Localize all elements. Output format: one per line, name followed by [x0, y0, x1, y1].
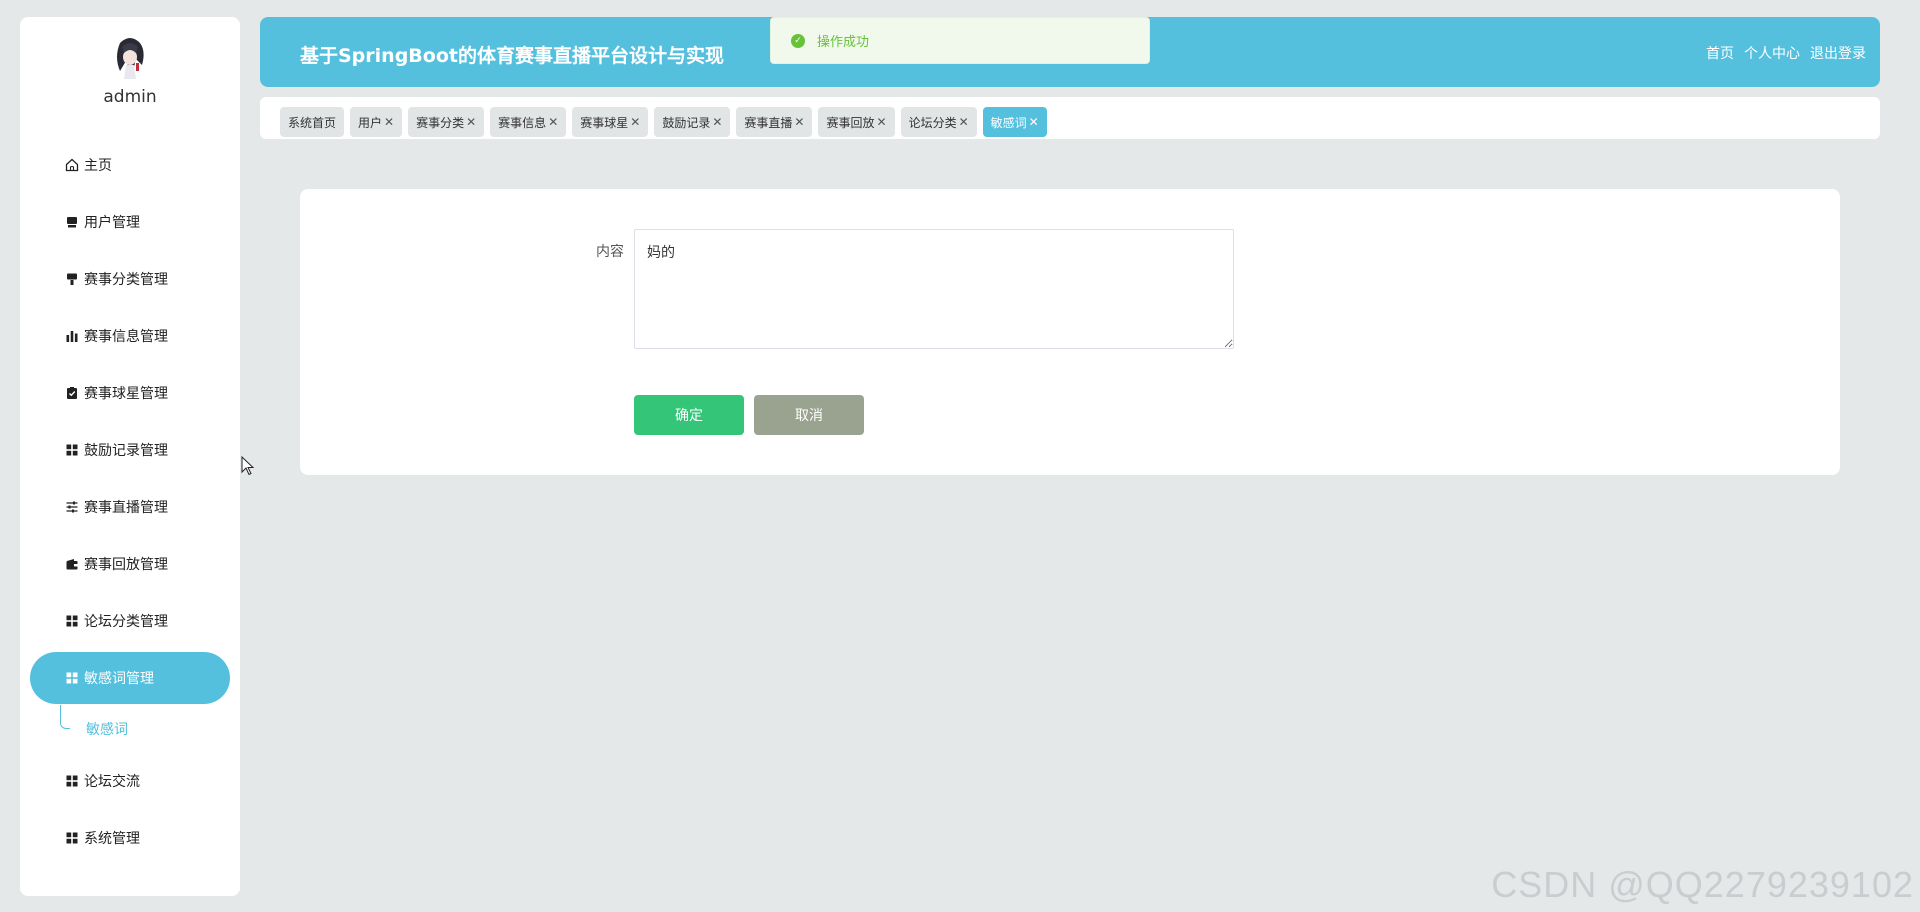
- tabs: 系统首页 用户 ✕ 赛事分类 ✕ 赛事信息 ✕ 赛事球星 ✕ 鼓励记录 ✕ 赛事…: [280, 107, 1047, 137]
- close-icon[interactable]: ✕: [548, 115, 558, 129]
- page-title: 基于SpringBoot的体育赛事直播平台设计与实现: [300, 45, 724, 67]
- clipboard-check-icon: [64, 385, 80, 401]
- avatar[interactable]: [106, 35, 154, 81]
- sliders-icon: [64, 499, 80, 515]
- sidebar-item-label: 鼓励记录管理: [84, 443, 168, 459]
- toast-message: 操作成功: [817, 35, 870, 50]
- grid-icon: [64, 442, 80, 458]
- tab-users[interactable]: 用户 ✕: [350, 107, 403, 137]
- header-link-logout[interactable]: 退出登录: [1810, 43, 1866, 63]
- sidebar-item-label: 论坛分类管理: [84, 614, 168, 630]
- submenu-item-sensitive-word[interactable]: 敏感词: [30, 705, 230, 749]
- sidebar-item-label: 赛事直播管理: [84, 500, 168, 516]
- tab-replay[interactable]: 赛事回放 ✕: [818, 107, 895, 137]
- sidebar-item-label: 敏感词管理: [84, 671, 154, 687]
- close-icon[interactable]: ✕: [384, 115, 394, 129]
- sidebar-item-sensitive-words[interactable]: 敏感词管理: [30, 652, 230, 704]
- success-toast: ✓ 操作成功: [770, 17, 1150, 64]
- tab-live[interactable]: 赛事直播 ✕: [736, 107, 813, 137]
- sidebar-item-label: 系统管理: [84, 831, 140, 847]
- sidebar-item-label: 赛事分类管理: [84, 272, 168, 288]
- sidebar-item-label: 论坛交流: [84, 774, 140, 790]
- brush-icon: [64, 271, 80, 287]
- content-label: 内容: [596, 244, 624, 260]
- form-card: 内容 妈的 确定 取消: [300, 189, 1840, 475]
- sidebar: admin 主页 用户管理 赛事分类管理 赛事信息管理 赛事球星管理 鼓励记录管…: [20, 17, 240, 896]
- tab-event-category[interactable]: 赛事分类 ✕: [408, 107, 485, 137]
- sidebar-item-label: 用户管理: [84, 215, 140, 231]
- sidebar-item-home[interactable]: 主页: [30, 139, 230, 191]
- tab-encourage-records[interactable]: 鼓励记录 ✕: [654, 107, 731, 137]
- tab-bar: 系统首页 用户 ✕ 赛事分类 ✕ 赛事信息 ✕ 赛事球星 ✕ 鼓励记录 ✕ 赛事…: [260, 97, 1880, 139]
- close-icon[interactable]: ✕: [959, 115, 969, 129]
- sidebar-item-forum[interactable]: 论坛交流: [30, 755, 230, 807]
- sidebar-item-label: 主页: [84, 158, 112, 174]
- monitor-icon: [64, 214, 80, 230]
- close-icon[interactable]: ✕: [466, 115, 476, 129]
- wallet-icon: [64, 556, 80, 572]
- submenu-item-label: 敏感词: [86, 722, 128, 738]
- tab-label: 系统首页: [288, 115, 337, 130]
- tab-label: 赛事回放: [826, 115, 875, 130]
- sidebar-item-event-stars[interactable]: 赛事球星管理: [30, 367, 230, 419]
- close-icon[interactable]: ✕: [877, 115, 887, 129]
- sidebar-item-system-management[interactable]: 系统管理: [30, 812, 230, 864]
- sidebar-item-encourage-records[interactable]: 鼓励记录管理: [30, 424, 230, 476]
- sidebar-item-forum-category[interactable]: 论坛分类管理: [30, 595, 230, 647]
- tab-event-info[interactable]: 赛事信息 ✕: [490, 107, 567, 137]
- submenu-connector: [60, 705, 70, 729]
- header-nav: 首页 个人中心 退出登录: [1706, 43, 1866, 63]
- close-icon[interactable]: ✕: [712, 115, 722, 129]
- tab-label: 赛事信息: [498, 115, 547, 130]
- tab-label: 赛事球星: [580, 115, 629, 130]
- sidebar-item-label: 赛事回放管理: [84, 557, 168, 573]
- home-icon: [64, 157, 80, 173]
- grid-icon: [64, 670, 80, 686]
- confirm-button[interactable]: 确定: [634, 395, 744, 435]
- sidebar-item-label: 赛事球星管理: [84, 386, 168, 402]
- tab-home[interactable]: 系统首页: [280, 107, 345, 137]
- sidebar-item-event-category[interactable]: 赛事分类管理: [30, 253, 230, 305]
- tab-event-stars[interactable]: 赛事球星 ✕: [572, 107, 649, 137]
- sidebar-item-label: 赛事信息管理: [84, 329, 168, 345]
- tab-label: 用户: [358, 115, 383, 130]
- watermark: CSDN @QQ2279239102: [1491, 864, 1914, 905]
- tab-label: 赛事分类: [416, 115, 465, 130]
- sidebar-menu: 主页 用户管理 赛事分类管理 赛事信息管理 赛事球星管理 鼓励记录管理 赛事直播…: [20, 139, 240, 869]
- check-circle-icon: ✓: [791, 33, 805, 48]
- header-link-profile[interactable]: 个人中心: [1744, 43, 1800, 63]
- close-icon[interactable]: ✕: [794, 115, 804, 129]
- bar-chart-icon: [64, 328, 80, 344]
- grid-icon: [64, 773, 80, 789]
- sidebar-item-live-management[interactable]: 赛事直播管理: [30, 481, 230, 533]
- sidebar-item-event-info[interactable]: 赛事信息管理: [30, 310, 230, 362]
- grid-icon: [64, 613, 80, 629]
- sidebar-item-user-management[interactable]: 用户管理: [30, 196, 230, 248]
- close-icon[interactable]: ✕: [630, 115, 640, 129]
- content-textarea[interactable]: 妈的: [634, 229, 1234, 349]
- mouse-cursor-icon: [241, 455, 255, 480]
- tab-label: 赛事直播: [744, 115, 793, 130]
- tab-label: 论坛分类: [908, 115, 957, 130]
- close-icon[interactable]: ✕: [1029, 115, 1039, 129]
- username: admin: [103, 87, 157, 107]
- tab-sensitive-words[interactable]: 敏感词 ✕: [982, 107, 1047, 137]
- header-link-home[interactable]: 首页: [1706, 43, 1734, 63]
- sidebar-item-replay-management[interactable]: 赛事回放管理: [30, 538, 230, 590]
- cancel-button[interactable]: 取消: [754, 395, 864, 435]
- grid-icon: [64, 830, 80, 846]
- tab-label: 鼓励记录: [662, 115, 711, 130]
- tab-label: 敏感词: [990, 115, 1027, 130]
- user-profile: admin: [20, 35, 240, 107]
- tab-forum-category[interactable]: 论坛分类 ✕: [900, 107, 977, 137]
